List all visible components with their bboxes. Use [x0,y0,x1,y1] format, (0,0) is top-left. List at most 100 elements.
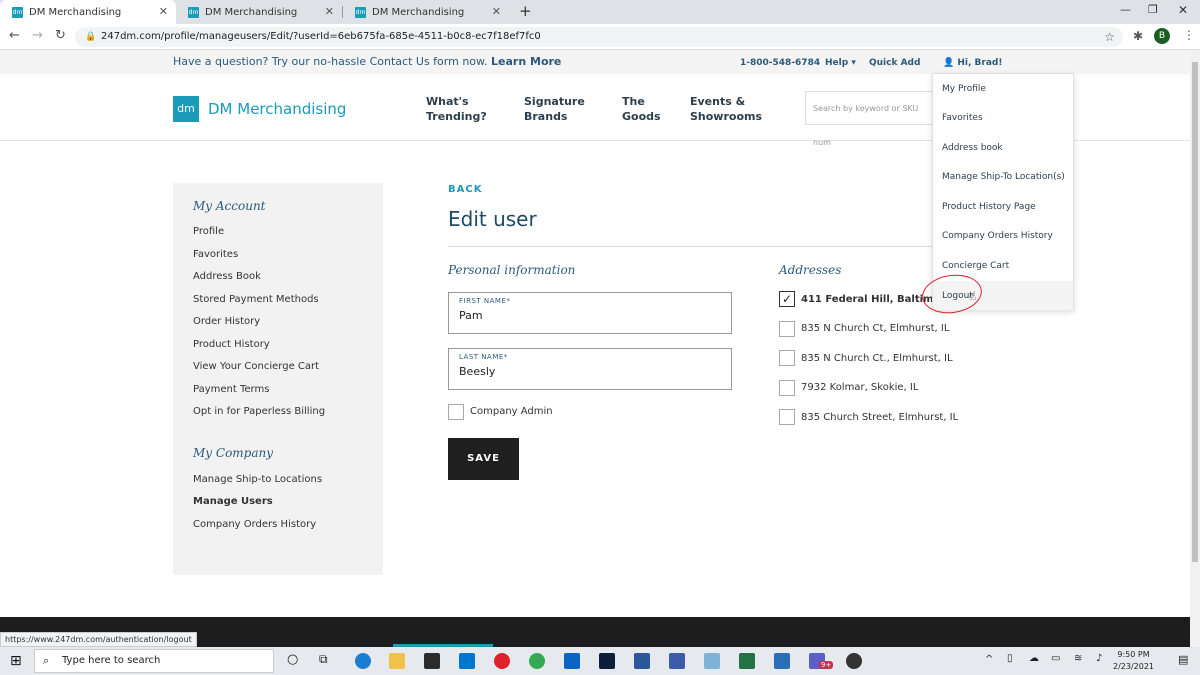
address-checkbox[interactable] [779,380,795,396]
taskbar-search-placeholder: Type here to search [62,655,161,666]
account-menu[interactable]: 👤 Hi, Brad! [943,58,1002,68]
chrome-icon[interactable] [529,653,545,669]
sidebar-item-favorites[interactable]: Favorites [193,249,238,260]
nav-whats-trending[interactable]: What's Trending? [426,94,487,124]
task-view-icon[interactable]: ⧉ [319,652,328,667]
nav-signature-brands[interactable]: Signature Brands [524,94,585,124]
sidebar-item-manage-users[interactable]: Manage Users [193,496,273,507]
nav-events-showrooms[interactable]: Events & Showrooms [690,94,762,124]
utility-bar: Have a question? Try our no-hassle Conta… [0,50,1190,74]
reload-icon[interactable]: ↻ [55,28,66,43]
wifi-icon[interactable]: ≋ [1074,653,1082,664]
close-tab-icon[interactable]: ✕ [492,5,501,18]
checkmark-icon: ✓ [781,292,793,306]
sidebar-item-ship-to[interactable]: Manage Ship-to Locations [193,474,322,485]
tab-title: DM Merchandising [29,6,122,18]
menu-item-favorites[interactable]: Favorites [942,113,983,123]
photos-icon[interactable] [774,653,790,669]
menu-item-my-profile[interactable]: My Profile [942,84,986,94]
new-tab-icon[interactable]: + [519,2,532,20]
excel-icon[interactable] [739,653,755,669]
photoshop-icon[interactable] [599,653,615,669]
last-name-field[interactable]: LAST NAME* Beesly [448,348,732,390]
extensions-icon[interactable]: ✱ [1133,29,1143,43]
sidebar-item-address-book[interactable]: Address Book [193,271,261,282]
onedrive-icon[interactable]: ☁ [1029,653,1039,664]
company-admin-checkbox[interactable] [448,404,464,420]
address-checkbox[interactable]: ✓ [779,291,795,307]
bookmark-star-icon[interactable]: ☆ [1104,27,1115,47]
first-name-field[interactable]: FIRST NAME* Pam [448,292,732,334]
sidebar-item-product-history[interactable]: Product History [193,339,270,350]
last-name-value: Beesly [459,365,496,378]
nav-the-goods[interactable]: The Goods [622,94,661,124]
sidebar-item-order-history[interactable]: Order History [193,316,260,327]
menu-item-address-book[interactable]: Address book [942,143,1003,153]
taskbar-search-input[interactable]: ⌕ Type here to search [34,649,274,673]
account-sidebar: My Account Profile Favorites Address Boo… [173,183,383,575]
media-app-icon[interactable] [846,653,862,669]
browser-tab[interactable]: dm DM Merchandising ✕ [0,0,176,24]
sidebar-item-paperless-billing[interactable]: Opt in for Paperless Billing [193,406,325,417]
help-menu[interactable]: Help ▾ [825,58,856,68]
help-label: Help [825,58,849,68]
browser-tab[interactable]: dm DM Merchandising ✕ [176,0,342,24]
menu-item-concierge-cart[interactable]: Concierge Cart [942,261,1009,271]
minimize-icon[interactable]: — [1120,3,1131,16]
address-checkbox[interactable] [779,350,795,366]
tray-device-icon[interactable]: ▯ [1007,653,1013,664]
notes-app-icon[interactable] [704,653,720,669]
scrollbar-thumb[interactable] [1192,62,1198,562]
phone-link[interactable]: 1-800-548-6784 [740,58,820,68]
file-explorer-icon[interactable] [389,653,405,669]
save-button[interactable]: SAVE [448,438,519,480]
sidebar-item-concierge-cart[interactable]: View Your Concierge Cart [193,361,319,372]
restore-icon[interactable]: ❐ [1148,3,1158,16]
sidebar-item-company-orders[interactable]: Company Orders History [193,519,316,530]
edge-icon[interactable] [355,653,371,669]
address-checkbox[interactable] [779,321,795,337]
sidebar-item-stored-payment[interactable]: Stored Payment Methods [193,294,319,305]
browser-tab[interactable]: dm DM Merchandising ✕ [343,0,509,24]
network-app-icon[interactable] [669,653,685,669]
page-scrollbar[interactable] [1190,50,1200,647]
volume-icon[interactable]: ♪ [1096,653,1102,664]
word-icon[interactable] [634,653,650,669]
address-checkbox[interactable] [779,409,795,425]
url-bar[interactable]: 🔒 247dm.com/profile/manageusers/Edit/?us… [75,27,1123,47]
forward-arrow-icon[interactable]: → [32,28,43,43]
dm-favicon-icon: dm [188,6,199,18]
store-icon[interactable] [424,653,440,669]
user-icon: 👤 [943,58,955,68]
menu-item-product-history[interactable]: Product History Page [942,202,1036,212]
tray-chevron-icon[interactable]: ^ [985,654,993,665]
outlook-icon[interactable] [564,653,580,669]
back-link[interactable]: BACK [448,184,482,195]
last-name-label: LAST NAME* [459,353,508,361]
menu-item-ship-to[interactable]: Manage Ship-To Location(s) [942,172,1065,182]
learn-more-link[interactable]: Learn More [491,55,561,68]
dell-icon[interactable] [459,653,475,669]
search-input[interactable]: Search by keyword or SKU num [805,91,935,147]
close-tab-icon[interactable]: ✕ [159,5,168,18]
site-logo[interactable]: dm DM Merchandising [173,96,346,122]
cortana-icon[interactable]: ○ [287,652,298,667]
browser-tab-bar: dm DM Merchandising ✕ dm DM Merchandisin… [0,0,1200,24]
sidebar-item-payment-terms[interactable]: Payment Terms [193,384,269,395]
menu-item-company-orders[interactable]: Company Orders History [942,231,1053,241]
notifications-icon[interactable]: ▤ [1178,653,1188,666]
system-clock[interactable]: 9:50 PM 2/23/2021 [1113,649,1154,673]
windows-start-icon[interactable]: ⊞ [10,653,22,669]
profile-avatar[interactable]: B [1154,28,1170,44]
battery-icon[interactable]: ▭ [1051,653,1060,664]
sidebar-item-profile[interactable]: Profile [193,226,224,237]
menu-kebab-icon[interactable]: ⋮ [1183,28,1195,42]
quick-add-link[interactable]: Quick Add [869,58,920,68]
back-arrow-icon[interactable]: ← [9,28,20,43]
opera-icon[interactable] [494,653,510,669]
address-label: 835 Church Street, Elmhurst, IL [801,412,959,423]
close-window-icon[interactable]: ✕ [1178,3,1188,17]
clock-time: 9:50 PM [1117,650,1150,659]
close-tab-icon[interactable]: ✕ [325,5,334,18]
my-account-heading: My Account [193,199,266,213]
